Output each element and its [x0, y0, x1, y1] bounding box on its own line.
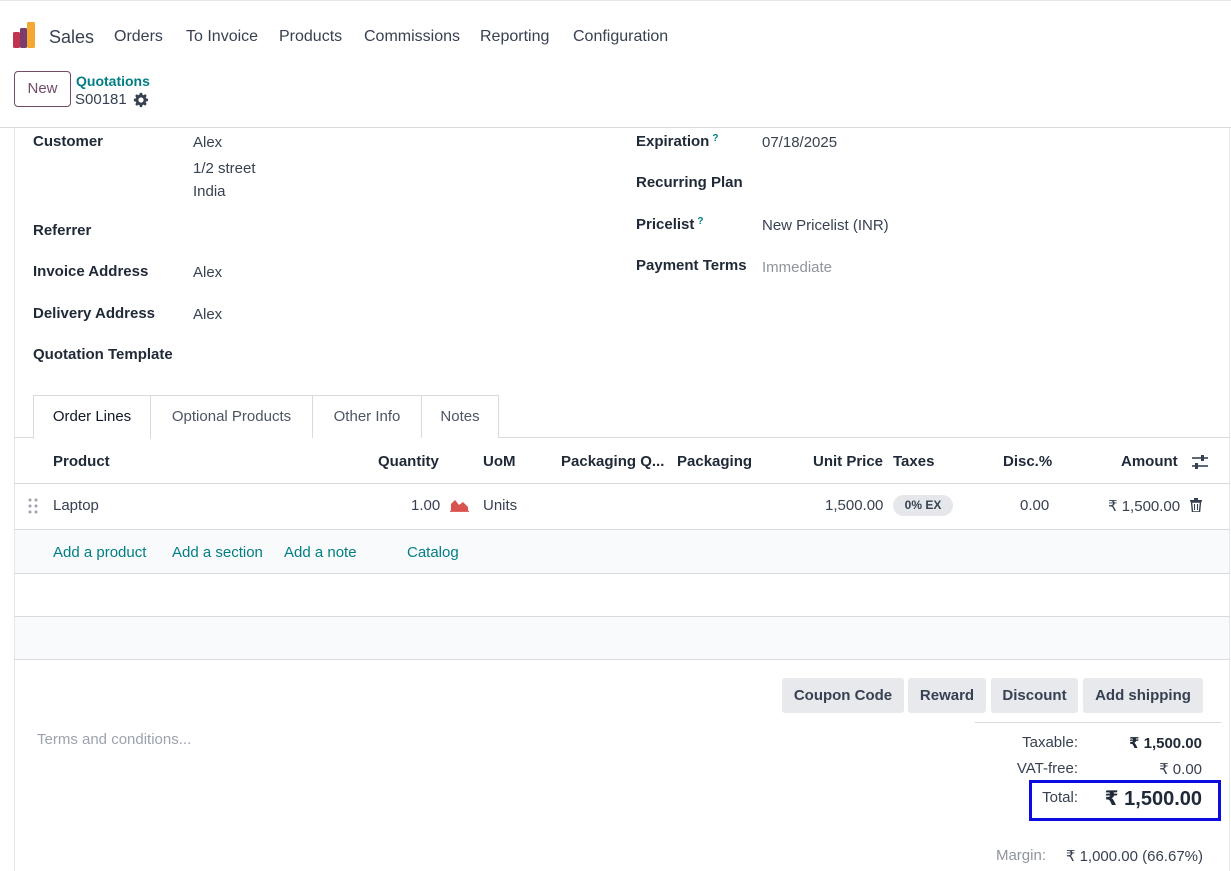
customer-street: 1/2 street	[193, 160, 256, 177]
delivery-address-label: Delivery Address	[33, 305, 156, 322]
table-bottom-divider	[14, 659, 1230, 660]
row-discount[interactable]: 0.00	[1020, 497, 1049, 514]
menu-to-invoice[interactable]: To Invoice	[186, 28, 258, 46]
breadcrumb-quotations[interactable]: Quotations	[76, 73, 150, 89]
coupon-code-button[interactable]: Coupon Code	[782, 678, 904, 713]
top-navbar: Sales Orders To Invoice Products Commiss…	[0, 0, 1231, 64]
reward-button[interactable]: Reward	[908, 678, 986, 713]
sheet-right-border	[1229, 128, 1230, 871]
taxable-value: ₹ 1,500.00	[1129, 735, 1202, 752]
col-packaging[interactable]: Packaging	[677, 453, 752, 470]
pricelist-help-icon[interactable]: ?	[697, 216, 703, 227]
quotation-template-label: Quotation Template	[33, 346, 173, 363]
tab-notes[interactable]: Notes	[421, 395, 499, 438]
tab-other-info[interactable]: Other Info	[312, 395, 422, 438]
menu-reporting[interactable]: Reporting	[480, 28, 549, 46]
add-note-link[interactable]: Add a note	[284, 544, 357, 561]
app-name[interactable]: Sales	[49, 27, 94, 48]
expiration-label: Expiration?	[636, 133, 718, 150]
customer-label: Customer	[33, 133, 104, 150]
row-amount: ₹ 1,500.00	[1108, 498, 1181, 515]
vat-free-value: ₹ 0.00	[1159, 761, 1202, 778]
drag-handle-icon[interactable]	[28, 498, 38, 514]
col-unit-price[interactable]: Unit Price	[813, 453, 883, 470]
taxable-label: Taxable:	[1022, 734, 1078, 751]
discount-button[interactable]: Discount	[991, 678, 1078, 713]
menu-products[interactable]: Products	[279, 28, 342, 46]
col-taxes[interactable]: Taxes	[893, 453, 934, 470]
vat-free-label: VAT-free:	[1016, 760, 1078, 777]
recurring-plan-label: Recurring Plan	[636, 174, 743, 191]
col-uom[interactable]: UoM	[483, 453, 516, 470]
sales-app-logo-icon[interactable]	[13, 22, 39, 48]
pricelist-label-text: Pricelist	[636, 216, 695, 233]
expiration-field[interactable]: 07/18/2025	[762, 134, 837, 151]
col-packaging-qty[interactable]: Packaging Q...	[561, 453, 664, 470]
catalog-link[interactable]: Catalog	[407, 544, 459, 561]
col-amount[interactable]: Amount	[1121, 453, 1178, 470]
terms-and-conditions-field[interactable]: Terms and conditions...	[37, 731, 191, 748]
forecast-chart-icon[interactable]	[450, 498, 469, 512]
total-value: ₹ 1,500.00	[1104, 788, 1202, 810]
tab-order-lines[interactable]: Order Lines	[33, 395, 151, 439]
add-section-link[interactable]: Add a section	[172, 544, 263, 561]
add-product-link[interactable]: Add a product	[53, 544, 146, 561]
payment-terms-label: Payment Terms	[636, 257, 747, 274]
menu-orders[interactable]: Orders	[114, 28, 163, 46]
control-panel: New Quotations S00181	[0, 64, 1231, 128]
tab-optional-products[interactable]: Optional Products	[150, 395, 313, 438]
invoice-address-label: Invoice Address	[33, 263, 149, 280]
menu-commissions[interactable]: Commissions	[364, 28, 460, 46]
pricelist-label: Pricelist?	[636, 216, 703, 233]
row-uom[interactable]: Units	[483, 497, 517, 514]
invoice-address-field[interactable]: Alex	[193, 264, 222, 281]
empty-row-divider-1	[14, 573, 1230, 574]
breadcrumb-current-record: S00181	[75, 91, 127, 108]
pricelist-field[interactable]: New Pricelist (INR)	[762, 217, 889, 234]
total-label: Total:	[1042, 789, 1078, 806]
customer-name[interactable]: Alex	[193, 134, 222, 151]
col-discount[interactable]: Disc.%	[1003, 453, 1052, 470]
row-product[interactable]: Laptop	[53, 497, 99, 514]
col-product[interactable]: Product	[53, 453, 110, 470]
row-unit-price[interactable]: 1,500.00	[825, 497, 883, 514]
totals-top-divider	[975, 722, 1221, 723]
expiration-label-text: Expiration	[636, 133, 710, 150]
margin-label: Margin:	[995, 847, 1046, 864]
empty-row-band	[15, 617, 1229, 659]
new-button[interactable]: New	[14, 71, 71, 107]
column-settings-icon[interactable]	[1191, 454, 1209, 470]
menu-configuration[interactable]: Configuration	[573, 28, 668, 46]
add-shipping-button[interactable]: Add shipping	[1083, 678, 1203, 713]
row-tax-badge[interactable]: 0% EX	[893, 495, 953, 516]
row-quantity[interactable]: 1.00	[411, 497, 440, 514]
customer-country: India	[193, 183, 226, 200]
trash-icon[interactable]	[1190, 498, 1202, 512]
gear-icon[interactable]	[133, 92, 149, 108]
margin-value: ₹ 1,000.00 (66.67%)	[1065, 848, 1203, 865]
payment-terms-field[interactable]: Immediate	[762, 259, 832, 276]
col-quantity[interactable]: Quantity	[378, 453, 439, 470]
delivery-address-field[interactable]: Alex	[193, 306, 222, 323]
expiration-help-icon[interactable]: ?	[712, 133, 718, 144]
referrer-label: Referrer	[33, 222, 92, 239]
